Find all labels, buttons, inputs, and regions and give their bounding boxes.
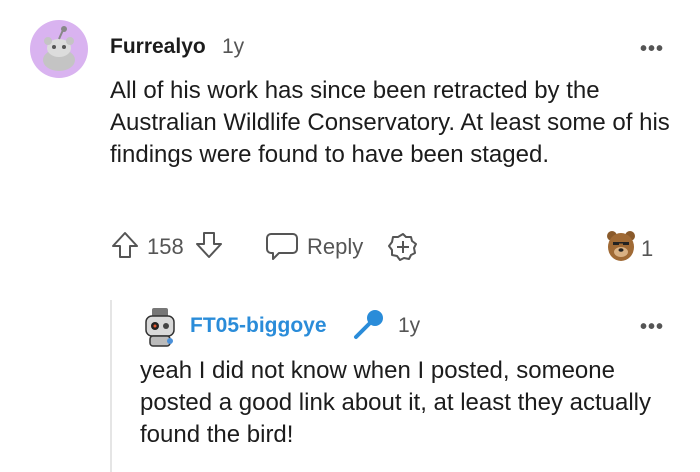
robot-avatar-icon <box>145 308 175 347</box>
snoo-avatar-icon <box>43 26 75 71</box>
reply-age: 1y <box>398 314 421 337</box>
avatar[interactable] <box>30 20 88 78</box>
more-options-icon[interactable]: ••• <box>640 316 664 339</box>
reply-author[interactable]: FT05-biggoye <box>190 314 327 338</box>
comment-author[interactable]: Furrealyo <box>110 35 206 59</box>
reply-button[interactable]: Reply <box>307 234 363 260</box>
bear-award-icon <box>605 228 637 264</box>
comment-body: All of his work has since been retracted… <box>110 77 670 168</box>
thread-line[interactable] <box>110 300 112 472</box>
reply-icon[interactable] <box>265 231 299 261</box>
comment-age: 1y <box>222 35 245 58</box>
avatar[interactable] <box>140 306 180 350</box>
award-add-icon[interactable] <box>387 231 419 263</box>
more-options-icon[interactable]: ••• <box>640 38 664 61</box>
reply-body: yeah I did not know when I posted, someo… <box>140 357 651 448</box>
award-count: 1 <box>641 236 654 261</box>
microphone-icon <box>352 307 386 341</box>
downvote-icon[interactable] <box>194 230 224 260</box>
vote-count: 158 <box>147 234 184 259</box>
upvote-icon[interactable] <box>110 230 140 260</box>
